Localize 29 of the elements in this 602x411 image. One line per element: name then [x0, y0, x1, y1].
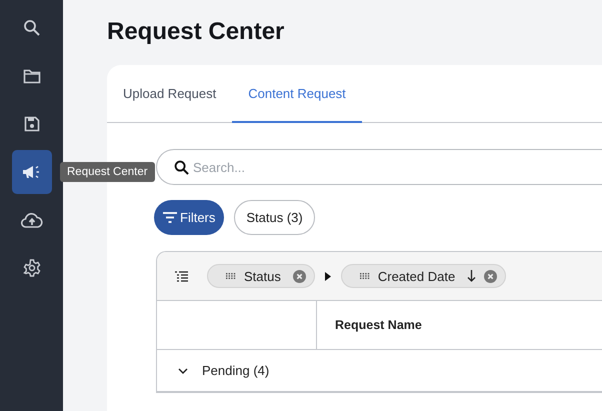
caret-icon — [324, 272, 331, 280]
megaphone-icon — [22, 164, 42, 180]
status-filter-chip[interactable]: Status (3) — [234, 200, 315, 235]
group-chip[interactable]: Created Date — [340, 264, 506, 288]
settings-icon — [22, 259, 40, 277]
tab[interactable]: Upload Request — [107, 65, 232, 123]
tab[interactable]: Content Request — [232, 65, 362, 123]
list-icon — [175, 270, 188, 282]
drag-handle-icon — [226, 273, 236, 279]
group-label: Status — [244, 268, 281, 284]
filter-icon — [163, 212, 177, 223]
group-chip[interactable]: Status — [207, 264, 315, 288]
group-label: Created Date — [378, 268, 456, 284]
search-field[interactable]: Search... — [156, 149, 602, 185]
remove-icon[interactable] — [484, 270, 498, 282]
page-title: Request Center — [107, 17, 286, 47]
sidebar-button[interactable] — [12, 150, 52, 194]
chevron-down-icon[interactable] — [178, 366, 188, 376]
save-icon — [24, 116, 40, 132]
search-icon — [22, 19, 40, 37]
drag-handle-icon — [360, 273, 370, 279]
group-row-label: Pending (4) — [202, 363, 270, 378]
search-icon — [174, 160, 189, 175]
column-header[interactable]: Request Name — [317, 301, 422, 349]
filters-button[interactable]: Filters — [154, 200, 224, 235]
folder-icon — [22, 68, 40, 84]
remove-icon[interactable] — [292, 270, 306, 282]
tooltip: Request Center — [60, 162, 155, 182]
cloud-upload-icon — [20, 212, 42, 228]
